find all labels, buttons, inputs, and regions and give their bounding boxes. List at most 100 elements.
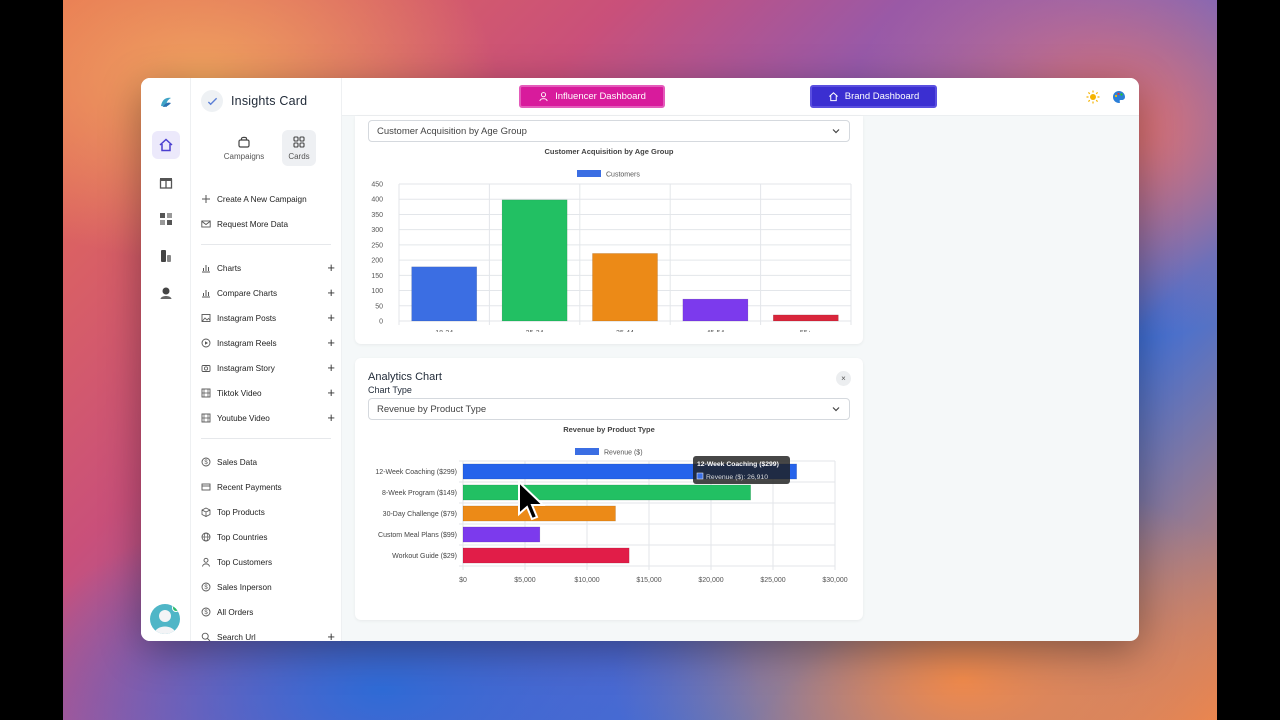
x-tick-label: 45-54 — [706, 330, 724, 332]
chart-type-select[interactable]: Customer Acquisition by Age Group — [368, 120, 850, 142]
chart-type-select[interactable]: Revenue by Product Type — [368, 398, 850, 420]
menu-header: Insights Card — [201, 89, 307, 113]
menu-item-top-countries[interactable]: Top Countries — [201, 529, 335, 545]
bag-icon — [238, 136, 250, 148]
y-tick-label: 350 — [371, 212, 383, 219]
menu-item-sales-inperson[interactable]: $ Sales Inperson — [201, 579, 335, 595]
x-tick-label: $20,000 — [698, 577, 723, 584]
camera-icon — [201, 363, 211, 373]
y-tick-label: 100 — [371, 288, 383, 295]
globe-icon — [201, 532, 211, 542]
online-status-dot — [172, 604, 180, 612]
y-tick-label: 8-Week Program ($149) — [382, 490, 457, 497]
bar — [682, 298, 749, 322]
menu-item-instagram-reels[interactable]: Instagram Reels + — [201, 335, 335, 351]
add-tiktok-video-button[interactable]: + — [327, 386, 335, 400]
chart-title: Customer Acquisition by Age Group — [544, 147, 673, 156]
image-icon — [201, 313, 211, 323]
y-tick-label: 200 — [371, 258, 383, 265]
x-tick-label: $0 — [459, 577, 467, 584]
menu-item-youtube-video[interactable]: Youtube Video + — [201, 410, 335, 426]
age-group-bar-chart: Customer Acquisition by Age Group Custome… — [371, 147, 852, 332]
menu-item-instagram-posts[interactable]: Instagram Posts + — [201, 310, 335, 326]
menu-item-charts[interactable]: Charts + — [201, 260, 335, 276]
box-icon — [201, 507, 211, 517]
add-compare-charts-button[interactable]: + — [327, 286, 335, 300]
home-icon[interactable] — [152, 131, 180, 159]
menu-divider — [201, 438, 331, 439]
influencer-dashboard-button[interactable]: Influencer Dashboard — [519, 85, 665, 108]
check-icon — [201, 90, 223, 112]
analytics-icon[interactable] — [152, 242, 180, 270]
side-menu: Insights Card Campaigns Cards Create A N… — [191, 78, 342, 641]
request-data-button[interactable]: Request More Data — [201, 216, 335, 232]
y-tick-label: 0 — [379, 319, 383, 326]
mouse-cursor-icon — [518, 480, 546, 521]
gift-icon[interactable] — [152, 168, 180, 196]
brand-dashboard-button[interactable]: Brand Dashboard — [810, 85, 937, 108]
close-card-button[interactable]: × — [836, 371, 851, 386]
x-tick-label: $15,000 — [636, 577, 661, 584]
x-tick-label: $30,000 — [822, 577, 847, 584]
palette-icon[interactable] — [1112, 90, 1126, 104]
menu-item-compare-charts[interactable]: Compare Charts + — [201, 285, 335, 301]
bar-chart-icon — [201, 288, 211, 298]
bar — [501, 199, 568, 322]
menu-item-top-customers[interactable]: Top Customers — [201, 554, 335, 570]
x-tick-label: $25,000 — [760, 577, 785, 584]
chart-type-label: Chart Type — [368, 385, 412, 395]
add-instagram-story-button[interactable]: + — [327, 361, 335, 375]
play-icon — [201, 338, 211, 348]
chevron-down-icon — [832, 407, 840, 412]
x-tick-label: 35-44 — [616, 330, 634, 332]
legend-swatch — [577, 170, 601, 177]
y-tick-label: 12-Week Coaching ($299) — [375, 469, 457, 476]
sun-icon[interactable] — [1086, 90, 1100, 104]
menu-item-instagram-story[interactable]: Instagram Story + — [201, 360, 335, 376]
tab-cards[interactable]: Cards — [282, 130, 316, 166]
add-charts-button[interactable]: + — [327, 261, 335, 275]
dollar-icon: $ — [201, 457, 211, 467]
user-group-icon[interactable] — [152, 279, 180, 307]
y-tick-label: 300 — [371, 227, 383, 234]
bar-chart-icon — [201, 263, 211, 273]
tab-campaigns[interactable]: Campaigns — [222, 130, 266, 166]
bar — [411, 266, 478, 322]
add-instagram-reels-button[interactable]: + — [327, 336, 335, 350]
y-tick-label: 400 — [371, 197, 383, 204]
dollar-icon: $ — [201, 582, 211, 592]
app-window: Insights Card Campaigns Cards Create A N… — [141, 78, 1139, 641]
legend-label: Revenue ($) — [604, 450, 643, 457]
create-campaign-button[interactable]: Create A New Campaign — [201, 191, 335, 207]
grid-icon[interactable] — [152, 205, 180, 233]
chart-card-revenue: Analytics Chart Chart Type × Revenue by … — [355, 358, 863, 620]
y-tick-label: 450 — [371, 182, 383, 189]
add-youtube-video-button[interactable]: + — [327, 411, 335, 425]
menu-item-top-products[interactable]: Top Products — [201, 504, 335, 520]
x-tick-label: 25-34 — [526, 330, 544, 332]
x-tick-label: 55+ — [800, 330, 812, 332]
menu-item-search-url[interactable]: Search Url + — [201, 629, 335, 641]
avatar[interactable] — [150, 604, 180, 634]
film-icon — [201, 413, 211, 423]
icon-rail — [141, 78, 191, 641]
app-logo-icon[interactable] — [152, 88, 180, 116]
add-search-url-button[interactable]: + — [327, 630, 335, 642]
menu-item-sales-data[interactable]: $ Sales Data — [201, 454, 335, 470]
menu-item-all-orders[interactable]: $ All Orders — [201, 604, 335, 620]
legend-label: Customers — [606, 172, 640, 179]
chart-card-age-group: Customer Acquisition by Age Group Custom… — [355, 116, 863, 344]
film-icon — [201, 388, 211, 398]
y-tick-label: 150 — [371, 273, 383, 280]
y-tick-label: 50 — [375, 303, 383, 310]
menu-item-tiktok-video[interactable]: Tiktok Video + — [201, 385, 335, 401]
menu-item-recent-payments[interactable]: Recent Payments — [201, 479, 335, 495]
x-tick-label: $5,000 — [514, 577, 536, 584]
add-instagram-posts-button[interactable]: + — [327, 311, 335, 325]
dollar-icon: $ — [201, 607, 211, 617]
user-icon — [539, 92, 548, 102]
mail-icon — [201, 219, 211, 229]
top-bar: Influencer Dashboard Brand Dashboard — [342, 78, 1139, 116]
bar — [462, 547, 630, 564]
chart-title: Revenue by Product Type — [563, 425, 655, 434]
